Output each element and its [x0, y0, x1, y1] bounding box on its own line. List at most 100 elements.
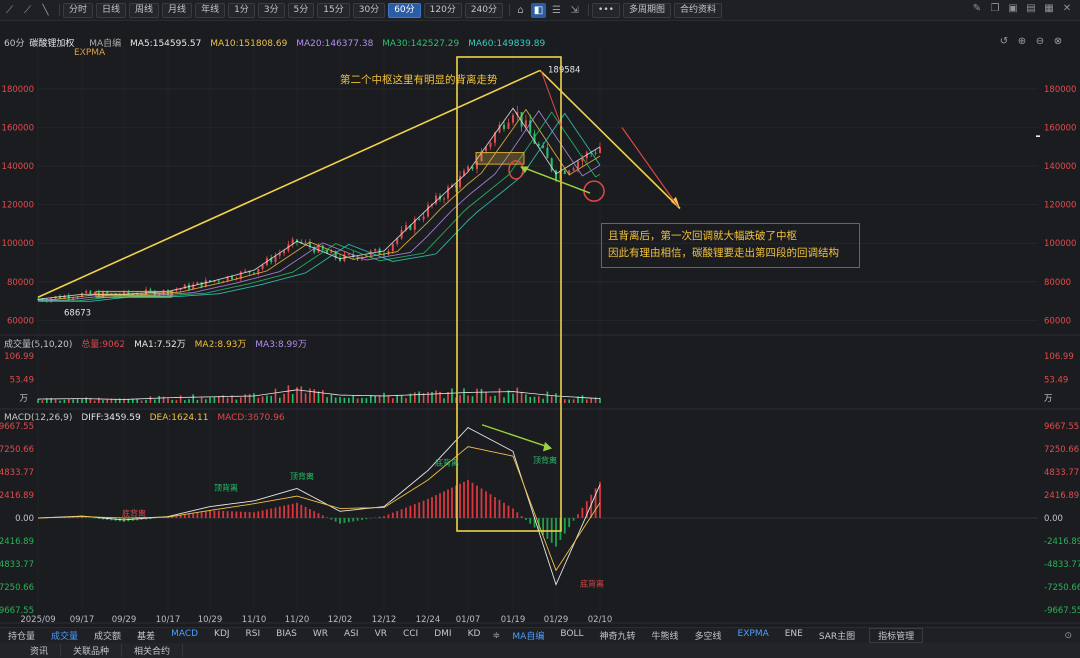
high-price-label: 189584: [548, 65, 580, 75]
x-tick-label: 01/19: [501, 615, 526, 625]
volume-bar: [322, 390, 324, 403]
volume-bar: [257, 397, 260, 403]
indicator-toggle-icon[interactable]: ≑: [488, 631, 504, 641]
x-tick-label: 02/10: [588, 615, 613, 625]
macd-divergence-mark: 底背离: [122, 508, 146, 518]
overlay-tab[interactable]: MA自编: [504, 629, 552, 642]
macd-histogram-bar: [239, 511, 242, 518]
volume-bar: [330, 394, 333, 403]
macd-histogram-bar: [296, 502, 298, 518]
overlay-tab[interactable]: 多空线: [687, 629, 730, 642]
volume-bar: [476, 388, 478, 403]
x-tick-label: 11/20: [285, 615, 310, 625]
indicator-tab[interactable]: WR: [305, 629, 336, 642]
volume-bar: [326, 397, 328, 403]
overlay-tab[interactable]: ENE: [777, 629, 811, 642]
candle-body: [546, 147, 549, 159]
overlay-tab[interactable]: EXPMA: [730, 629, 777, 642]
indicator-tabs: 持仓量 成交量 成交额 基差 MACD KDJ RSI BIAS WR ASI VR CCI DMI KD…: [0, 627, 1080, 643]
macd-histogram-bar: [512, 508, 514, 518]
volume-bar: [140, 400, 143, 403]
macd-histogram-bar: [347, 518, 350, 523]
macd-histogram-bar: [439, 493, 441, 518]
volume-bar: [361, 397, 363, 403]
indicator-tab[interactable]: RSI: [238, 629, 269, 642]
indicator-tab[interactable]: DMI: [426, 629, 459, 642]
indicator-tab[interactable]: MACD: [163, 629, 206, 642]
macd-histogram-bar: [235, 511, 238, 518]
volume-bar: [114, 399, 117, 403]
volume-bar: [175, 400, 178, 403]
overlay-tab[interactable]: SAR主图: [811, 629, 863, 642]
macd-tick-right: -4833.77: [1044, 560, 1080, 570]
macd-tick-right: 7250.66: [1044, 445, 1079, 455]
indicator-tab[interactable]: 基差: [129, 629, 163, 642]
x-tick-label: 09/29: [112, 615, 137, 625]
indicator-tab[interactable]: 持仓量: [0, 629, 43, 642]
volume-bar: [538, 396, 540, 403]
analysis-note-line1: 且背离后，第一次回调就大幅跌破了中枢: [608, 230, 797, 242]
macd-histogram-bar: [581, 507, 584, 518]
macd-histogram-bar: [352, 518, 355, 522]
indicator-tab[interactable]: 成交额: [86, 629, 129, 642]
macd-histogram-bar: [261, 510, 264, 518]
volume-bar: [365, 398, 368, 403]
volume-bar: [192, 394, 194, 403]
indicator-tab[interactable]: KDJ: [206, 629, 238, 642]
volume-bar: [136, 399, 138, 403]
macd-histogram-bar: [525, 518, 527, 520]
indicator-tab[interactable]: 成交量: [43, 629, 86, 642]
candle-body: [85, 290, 88, 294]
volume-bar: [405, 398, 407, 403]
macd-tick-right: 9667.55: [1044, 422, 1079, 432]
bottom-tab-related[interactable]: 关联品种: [61, 644, 123, 657]
volume-bar: [348, 397, 350, 403]
macd-divergence-mark: 底背离: [580, 579, 604, 589]
indicator-tab[interactable]: VR: [367, 629, 395, 642]
macd-histogram-bar: [422, 500, 425, 518]
overlay-tab[interactable]: 牛熊线: [644, 629, 687, 642]
volume-bar: [414, 392, 416, 403]
indicator-tab[interactable]: BIAS: [268, 629, 305, 642]
candle-body: [427, 205, 429, 217]
wave-line: [540, 70, 562, 126]
volume-bar: [529, 396, 531, 403]
candle-body: [304, 242, 307, 244]
indicator-tab[interactable]: ASI: [336, 629, 367, 642]
volume-bar: [317, 391, 320, 403]
volume-bar: [525, 394, 527, 403]
volume-bar: [459, 395, 461, 403]
volume-bar: [378, 395, 381, 403]
macd-histogram-bar: [204, 511, 207, 518]
volume-bar: [498, 388, 501, 403]
bottom-tab-contracts[interactable]: 相关合约: [122, 644, 184, 657]
chart-control-icon: ⊕: [1018, 36, 1026, 47]
location-icon[interactable]: ⊙: [1064, 631, 1072, 641]
indicator-tab[interactable]: CCI: [395, 629, 426, 642]
bottom-tab-news[interactable]: 资讯: [0, 644, 62, 657]
candle-body: [447, 187, 449, 199]
macd-histogram-bar: [409, 505, 412, 518]
volume-bar: [167, 398, 169, 403]
kline-chart[interactable]: 60000 60000 80000 80000 100000 100000 120000 12…: [0, 0, 1080, 627]
volume-bar: [59, 400, 61, 403]
macd-histogram-bar: [418, 502, 421, 518]
volume-bar: [145, 399, 147, 403]
overlay-tab[interactable]: 神奇九转: [592, 629, 644, 642]
volume-bar: [41, 400, 44, 403]
candle-body: [149, 289, 152, 291]
volume-bar: [93, 400, 96, 403]
volume-bar: [581, 395, 584, 403]
macd-histogram-bar: [480, 488, 483, 518]
volume-bar: [196, 399, 199, 403]
indicator-management-button[interactable]: 指标管理: [869, 628, 924, 643]
volume-bar: [184, 400, 186, 403]
volume-tick-left: 106.99: [4, 352, 34, 362]
volume-bar: [81, 398, 83, 403]
macd-tick-right: -9667.55: [1044, 606, 1080, 616]
indicator-tab[interactable]: KD: [460, 629, 489, 642]
volume-bar: [76, 398, 79, 403]
overlay-tab[interactable]: BOLL: [552, 629, 591, 642]
candle-body: [572, 168, 575, 171]
macd-histogram-bar: [387, 514, 390, 518]
